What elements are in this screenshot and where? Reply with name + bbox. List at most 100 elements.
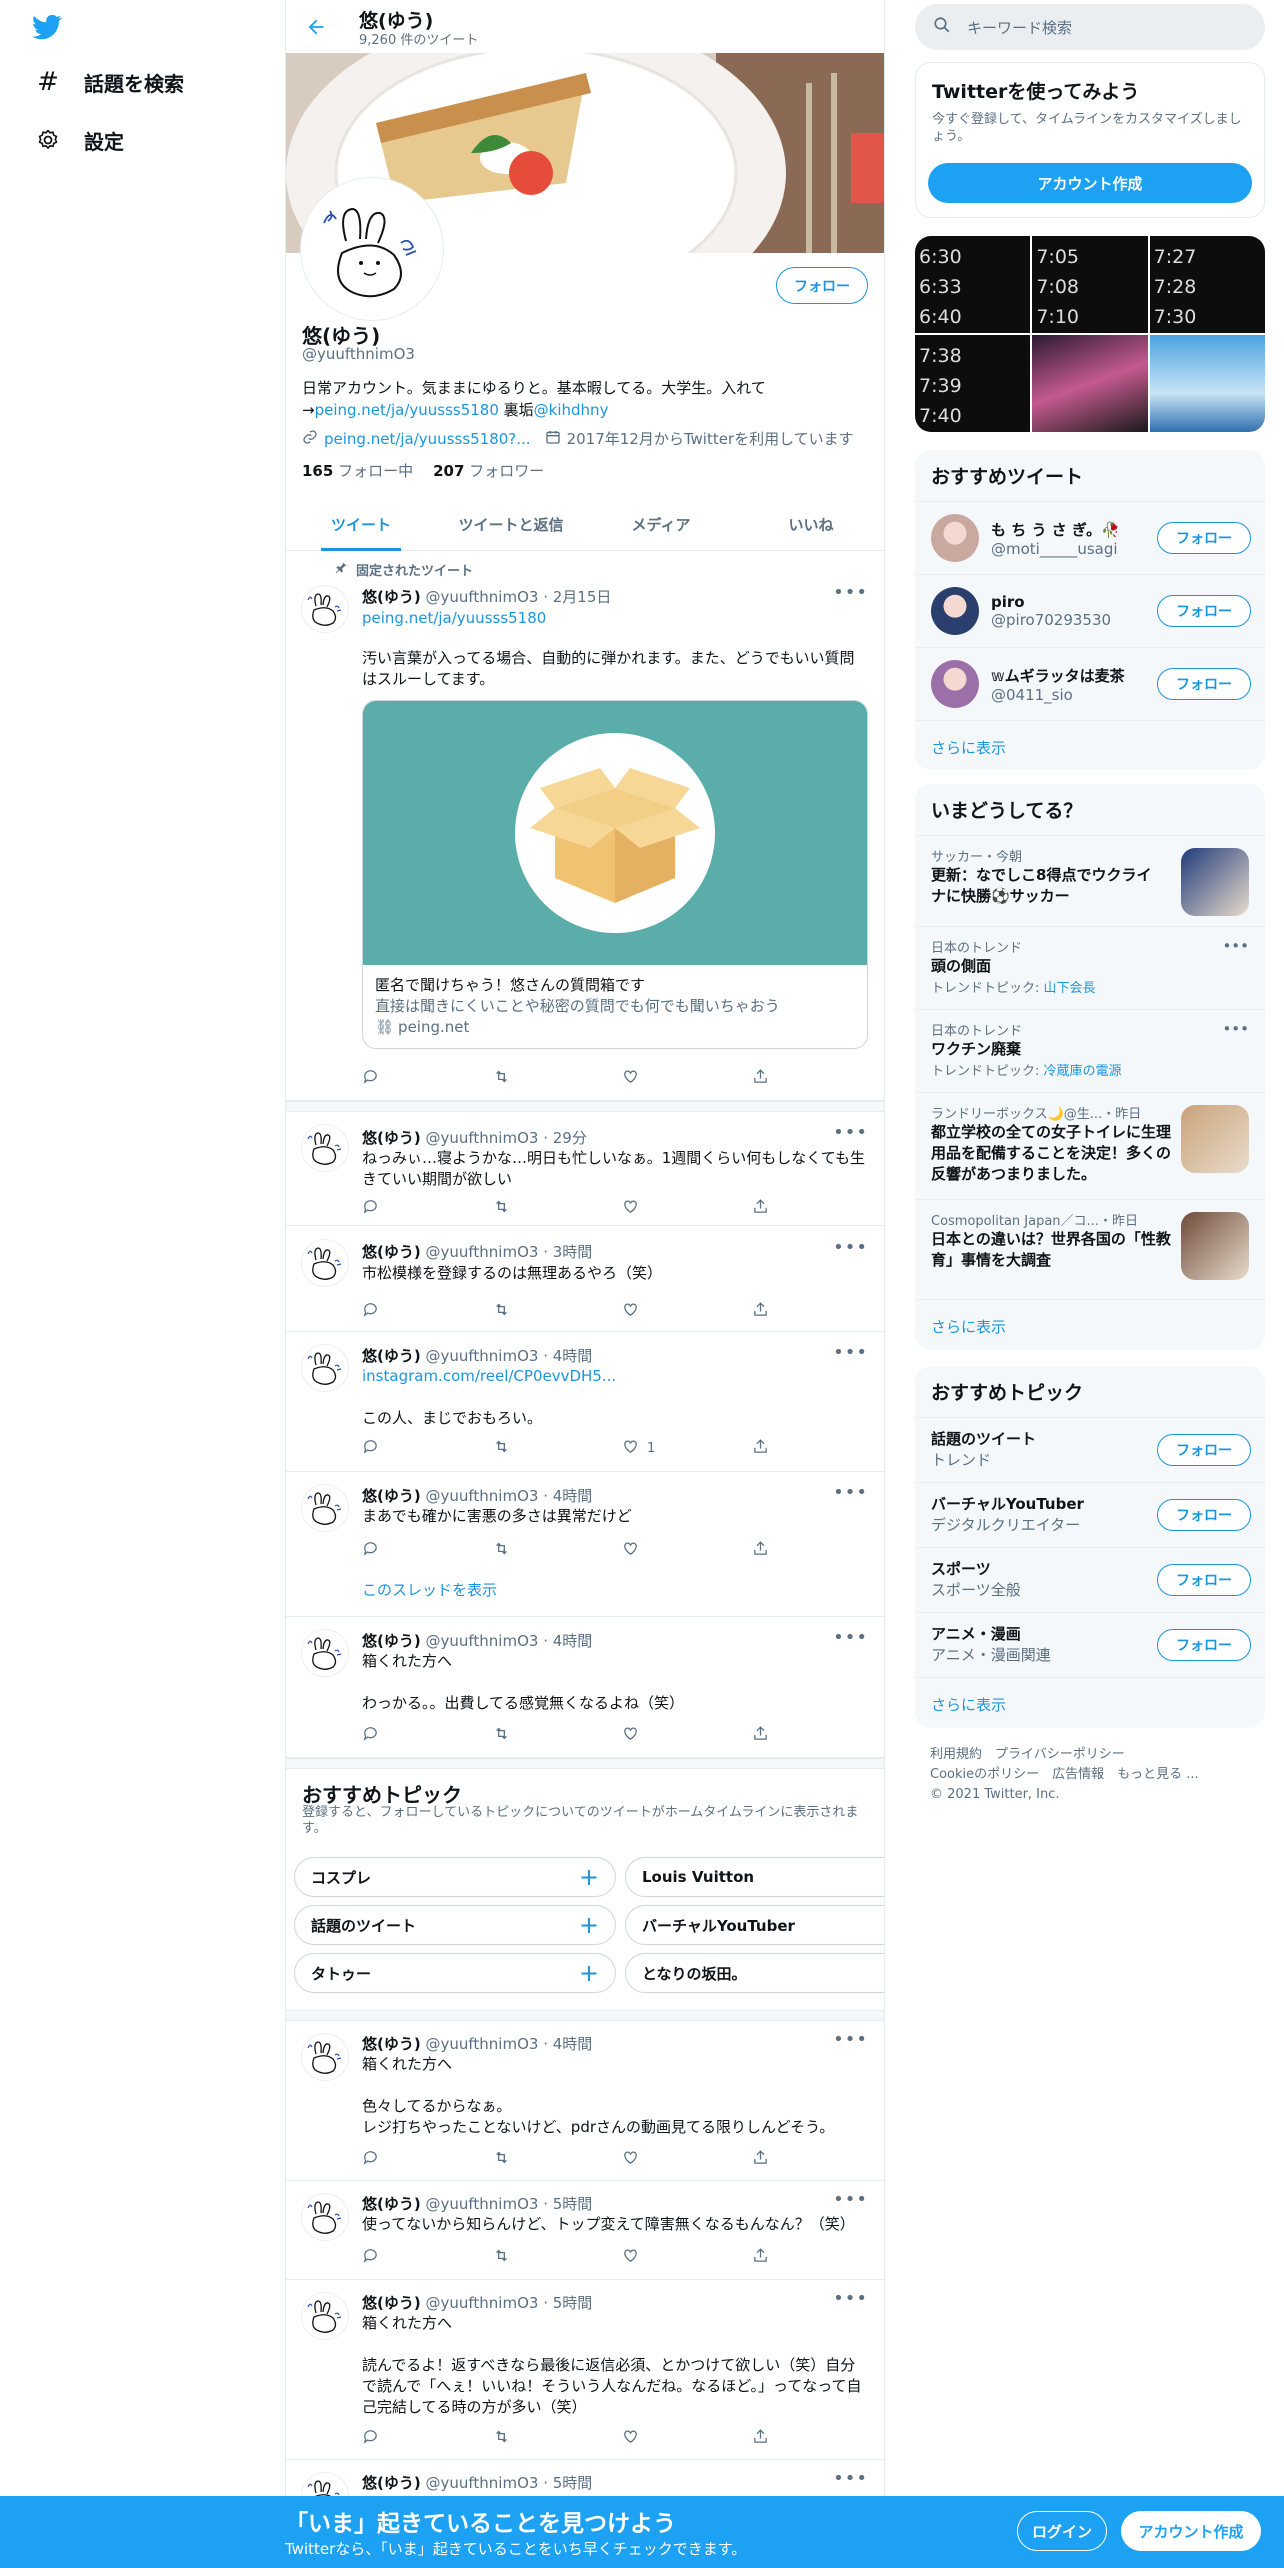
bio-mention-link[interactable]: @kihdhny [534,401,609,419]
tab-tweets-replies[interactable]: ツイートと返信 [436,498,586,550]
retweet-action[interactable] [492,2428,532,2449]
bio-link[interactable]: peing.net/ja/yuusss5180 [315,401,499,419]
like-action[interactable] [622,1540,662,1561]
follow-button[interactable]: フォロー [1157,1434,1251,1466]
tweet[interactable]: 悠(ゆう) @yuufthnimO3 · 3時間 ••• 市松模様を登録するのは… [286,1227,884,1332]
tweet[interactable]: 悠(ゆう) @yuufthnimO3 · 29分 ••• ねっみぃ…寝ようかな…… [286,1112,884,1226]
follow-button[interactable]: フォロー [1157,668,1251,700]
more-options-icon[interactable]: ••• [833,1237,868,1258]
user-avatar[interactable] [931,587,979,635]
tweet-author-name[interactable]: 悠(ゆう) [362,1632,421,1650]
tweet-avatar[interactable] [301,2292,349,2340]
profile-follow-button[interactable]: フォロー [776,267,868,304]
login-button[interactable]: ログイン [1017,2511,1107,2551]
tweet-avatar[interactable] [301,2193,349,2241]
retweet-action[interactable] [492,1198,532,1219]
tweet-author-name[interactable]: 悠(ゆう) [362,2035,421,2053]
twitter-logo-icon[interactable] [30,12,64,42]
profile-avatar[interactable] [301,178,443,320]
followers-stat[interactable]: 207 フォロワー [433,460,544,481]
more-options-icon[interactable]: ••• [833,2189,868,2210]
retweet-action[interactable] [492,1301,532,1322]
retweet-action[interactable] [492,1540,532,1561]
tweet-avatar[interactable] [301,2033,349,2081]
reply-action[interactable] [362,1540,402,1561]
more-options-icon[interactable]: ••• [833,582,868,603]
create-account-button[interactable]: アカウント作成 [928,163,1252,203]
trend-item[interactable]: Cosmopolitan Japan／コ...・昨日 日本との違いは？世界各国の… [915,1199,1265,1299]
more-options-icon[interactable]: ••• [1222,1020,1249,1038]
topic-chip[interactable]: バーチャルYouTuber [625,1905,884,1945]
share-action[interactable] [752,2149,792,2170]
topic-chip[interactable]: 話題のツイート + [294,1905,616,1945]
follow-button[interactable]: フォロー [1157,1499,1251,1531]
media-thumb[interactable] [1149,335,1265,432]
trend-sub-link[interactable]: 山下会長 [1044,981,1096,996]
share-action[interactable] [752,2428,792,2449]
like-action[interactable] [622,2149,662,2170]
topic-chip[interactable]: Louis Vuitton [625,1857,884,1897]
retweet-action[interactable] [492,1438,532,1459]
tweet-avatar[interactable] [301,1239,349,1287]
profile-website-link[interactable]: peing.net/ja/yuusss5180?... [324,430,531,448]
nav-settings[interactable]: 設定 [34,120,124,160]
reply-action[interactable] [362,1198,402,1219]
more-options-icon[interactable]: ••• [833,2288,868,2309]
show-more-link[interactable]: さらに表示 [915,1677,1265,1728]
share-action[interactable] [752,1068,792,1089]
tab-tweets[interactable]: ツイート [286,498,436,551]
media-thumb[interactable] [1032,335,1148,432]
signup-button[interactable]: アカウント作成 [1121,2511,1261,2551]
suggested-user[interactable]: 𝕨ムギラッタは麦茶 @0411_sio フォロー [915,647,1265,720]
retweet-action[interactable] [492,2247,532,2268]
retweet-action[interactable] [492,2149,532,2170]
tweet[interactable]: 悠(ゆう) @yuufthnimO3 · 4時間 ••• 箱くれた方へ わっかる… [286,1617,884,1758]
tweet-link[interactable]: instagram.com/reel/CP0evvDH5... [362,1366,867,1387]
more-options-icon[interactable]: ••• [833,1482,868,1503]
trend-item[interactable]: ランドリーボックス🌙@生...・昨日 都立学校の全ての女子トイレに生理用品を配備… [915,1092,1265,1199]
like-action[interactable]: 1 [622,1438,662,1459]
tweet[interactable]: 悠(ゆう) @yuufthnimO3 · 5時間 ••• 使ってないから知らんけ… [286,2181,884,2280]
more-options-icon[interactable]: ••• [833,2468,868,2489]
like-action[interactable] [622,1725,662,1746]
tweet-author-name[interactable]: 悠(ゆう) [362,1347,421,1365]
like-action[interactable] [622,1068,662,1089]
more-options-icon[interactable]: ••• [833,2029,868,2050]
tweet-author-name[interactable]: 悠(ゆう) [362,588,421,606]
tab-likes[interactable]: いいね [736,498,884,550]
like-action[interactable] [622,1198,662,1219]
topic-chip[interactable]: となりの坂田。 [625,1953,884,1993]
trend-item[interactable]: サッカー・今朝 更新：なでしこ8得点でウクライナに快勝⚽サッカー [915,835,1265,926]
suggested-user[interactable]: も ち う さ ぎ。🥀 @moti_____usagi フォロー [915,501,1265,574]
topic-row[interactable]: 話題のツイート トレンド フォロー [915,1417,1265,1482]
nav-explore[interactable]: # 話題を検索 [34,62,184,102]
reply-action[interactable] [362,1725,402,1746]
retweet-action[interactable] [492,1068,532,1089]
tweet-author-name[interactable]: 悠(ゆう) [362,1243,421,1261]
topic-row[interactable]: スポーツ スポーツ全般 フォロー [915,1547,1265,1612]
more-options-icon[interactable]: ••• [1222,937,1249,955]
reply-action[interactable] [362,1068,402,1089]
tweet-avatar[interactable] [301,585,349,633]
following-stat[interactable]: 165 フォロー中 [302,460,413,481]
tweet[interactable]: 固定されたツイート 悠(ゆう) @yuufthnimO3 · 2月15日 •••… [286,552,884,1101]
like-action[interactable] [622,2428,662,2449]
tweet-link[interactable]: peing.net/ja/yuusss5180 [362,608,867,629]
tweet-author-name[interactable]: 悠(ゆう) [362,2294,421,2312]
share-action[interactable] [752,1438,792,1459]
tweet[interactable]: 悠(ゆう) @yuufthnimO3 · 4時間 ••• instagram.c… [286,1332,884,1472]
trend-item[interactable]: 日本のトレンド ワクチン廃棄 トレンドトピック: 冷蔵庫の電源 ••• [915,1009,1265,1092]
share-action[interactable] [752,1198,792,1219]
more-options-icon[interactable]: ••• [833,1122,868,1143]
reply-action[interactable] [362,2247,402,2268]
tweet[interactable]: 悠(ゆう) @yuufthnimO3 · 4時間 ••• まあでも確かに害悪の多… [286,1472,884,1617]
reply-action[interactable] [362,2149,402,2170]
tweet-avatar[interactable] [301,1124,349,1172]
show-more-link[interactable]: さらに表示 [915,1299,1265,1350]
footer-line[interactable]: Cookieのポリシー 広告情報 もっと見る ... [930,1765,1250,1785]
tweet-author-name[interactable]: 悠(ゆう) [362,1487,421,1505]
user-avatar[interactable] [931,514,979,562]
show-thread-link[interactable]: このスレッドを表示 [362,1580,867,1601]
tweet[interactable]: 悠(ゆう) @yuufthnimO3 · 4時間 ••• 箱くれた方へ 色々して… [286,2021,884,2181]
reply-action[interactable] [362,1301,402,1322]
